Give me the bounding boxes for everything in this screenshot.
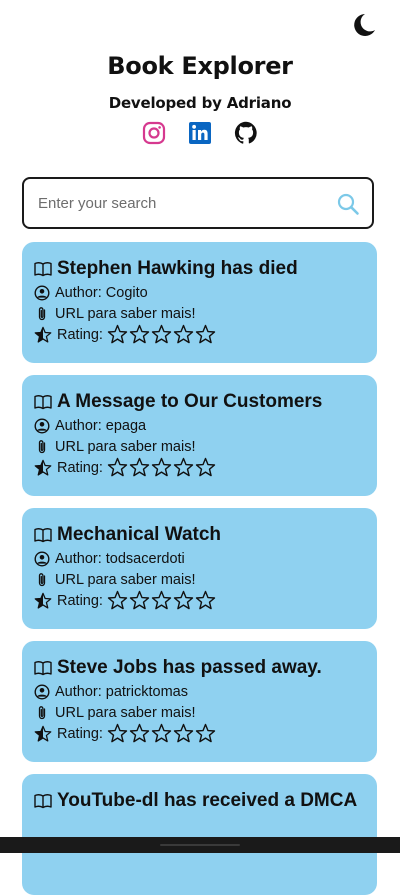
book-icon xyxy=(34,262,52,277)
book-icon xyxy=(34,395,52,410)
author-label: Author: patricktomas xyxy=(55,683,188,700)
author-label: Author: todsacerdoti xyxy=(55,550,185,567)
book-title: A Message to Our Customers xyxy=(57,391,323,412)
rating-row: Rating: xyxy=(34,457,365,478)
instagram-icon xyxy=(142,121,166,145)
rating-row: Rating: xyxy=(34,723,365,744)
book-icon xyxy=(34,661,52,676)
book-icon xyxy=(34,528,52,543)
gesture-handle[interactable] xyxy=(160,844,240,846)
star-half-icon xyxy=(34,326,52,343)
rating-star-icon[interactable] xyxy=(173,590,194,611)
book-card[interactable]: A Message to Our Customers Author: epaga U… xyxy=(22,375,377,496)
rating-star-icon[interactable] xyxy=(173,723,194,744)
book-title: Steve Jobs has passed away. xyxy=(57,657,322,678)
linkedin-icon xyxy=(189,122,211,144)
user-circle-icon xyxy=(34,550,50,567)
system-nav-bar xyxy=(0,837,400,853)
github-icon xyxy=(234,121,257,144)
rating-star-icon[interactable] xyxy=(129,590,150,611)
book-title: YouTube-dl has received a DMCA xyxy=(57,790,358,811)
instagram-link[interactable] xyxy=(142,121,166,145)
rating-star-icon[interactable] xyxy=(195,324,216,345)
rating-star-icon[interactable] xyxy=(129,457,150,478)
url-row: URL para saber mais! xyxy=(34,303,365,324)
rating-star-icon[interactable] xyxy=(107,723,128,744)
search-input[interactable] xyxy=(36,193,330,213)
search-icon xyxy=(337,193,359,215)
url-link[interactable]: URL para saber mais! xyxy=(55,306,196,322)
rating-star-icon[interactable] xyxy=(129,723,150,744)
rating-star-icon[interactable] xyxy=(107,457,128,478)
rating-star-icon[interactable] xyxy=(151,457,172,478)
paperclip-icon xyxy=(38,439,46,453)
card-title-row: Steve Jobs has passed away. xyxy=(34,655,365,681)
rating-stars xyxy=(107,457,216,478)
rating-label: Rating: xyxy=(57,326,103,343)
book-card[interactable]: Mechanical Watch Author: todsacerdoti URL … xyxy=(22,508,377,629)
author-label: Author: epaga xyxy=(55,417,147,434)
social-links xyxy=(0,120,400,146)
url-row: URL para saber mais! xyxy=(34,436,365,457)
rating-star-icon[interactable] xyxy=(195,590,216,611)
book-card[interactable]: Stephen Hawking has died Author: Cogito UR… xyxy=(22,242,377,363)
card-title-row: Stephen Hawking has died xyxy=(34,256,365,282)
author-row: Author: todsacerdoti xyxy=(34,548,365,569)
book-title: Mechanical Watch xyxy=(57,524,222,545)
rating-stars xyxy=(107,590,216,611)
rating-row: Rating: xyxy=(34,590,365,611)
star-half-icon xyxy=(34,459,52,476)
url-row: URL para saber mais! xyxy=(34,702,365,723)
rating-star-icon[interactable] xyxy=(107,590,128,611)
page-subtitle: Developed by Adriano xyxy=(108,94,292,112)
rating-star-icon[interactable] xyxy=(151,590,172,611)
rating-star-icon[interactable] xyxy=(151,324,172,345)
user-circle-icon xyxy=(34,683,50,700)
card-title-row: A Message to Our Customers xyxy=(34,389,365,415)
rating-label: Rating: xyxy=(57,725,103,742)
rating-star-icon[interactable] xyxy=(195,457,216,478)
linkedin-link[interactable] xyxy=(188,121,212,145)
rating-label: Rating: xyxy=(57,459,103,476)
rating-star-icon[interactable] xyxy=(107,324,128,345)
search-button[interactable] xyxy=(336,192,360,216)
card-title-row: YouTube-dl has received a DMCA xyxy=(34,788,365,814)
user-circle-icon xyxy=(34,417,50,434)
user-circle-icon xyxy=(34,284,50,301)
book-icon xyxy=(34,794,52,809)
author-row: Author: epaga xyxy=(34,415,365,436)
card-title-row: Mechanical Watch xyxy=(34,522,365,548)
rating-star-icon[interactable] xyxy=(151,723,172,744)
rating-stars xyxy=(107,324,216,345)
rating-star-icon[interactable] xyxy=(129,324,150,345)
url-link[interactable]: URL para saber mais! xyxy=(55,572,196,588)
url-link[interactable]: URL para saber mais! xyxy=(55,439,196,455)
book-card[interactable]: Steve Jobs has passed away. Author: patri… xyxy=(22,641,377,762)
author-label: Author: Cogito xyxy=(55,284,148,301)
search-bar xyxy=(22,177,374,229)
rating-star-icon[interactable] xyxy=(173,457,194,478)
author-row: Author: Cogito xyxy=(34,282,365,303)
rating-star-icon[interactable] xyxy=(195,723,216,744)
github-link[interactable] xyxy=(234,121,258,145)
book-title: Stephen Hawking has died xyxy=(57,258,298,279)
url-link[interactable]: URL para saber mais! xyxy=(55,705,196,721)
header: Book Explorer Developed by Adriano xyxy=(0,52,400,146)
moon-icon xyxy=(354,14,375,36)
url-row: URL para saber mais! xyxy=(34,569,365,590)
paperclip-icon xyxy=(38,306,46,320)
rating-label: Rating: xyxy=(57,592,103,609)
author-row: Author: patricktomas xyxy=(34,681,365,702)
rating-star-icon[interactable] xyxy=(173,324,194,345)
rating-row: Rating: xyxy=(34,324,365,345)
star-half-icon xyxy=(34,592,52,609)
page-title: Book Explorer xyxy=(107,52,293,80)
paperclip-icon xyxy=(38,572,46,586)
book-card[interactable]: YouTube-dl has received a DMCA xyxy=(22,774,377,895)
star-half-icon xyxy=(34,725,52,742)
rating-stars xyxy=(107,723,216,744)
paperclip-icon xyxy=(38,705,46,719)
theme-toggle-button[interactable] xyxy=(348,10,378,40)
